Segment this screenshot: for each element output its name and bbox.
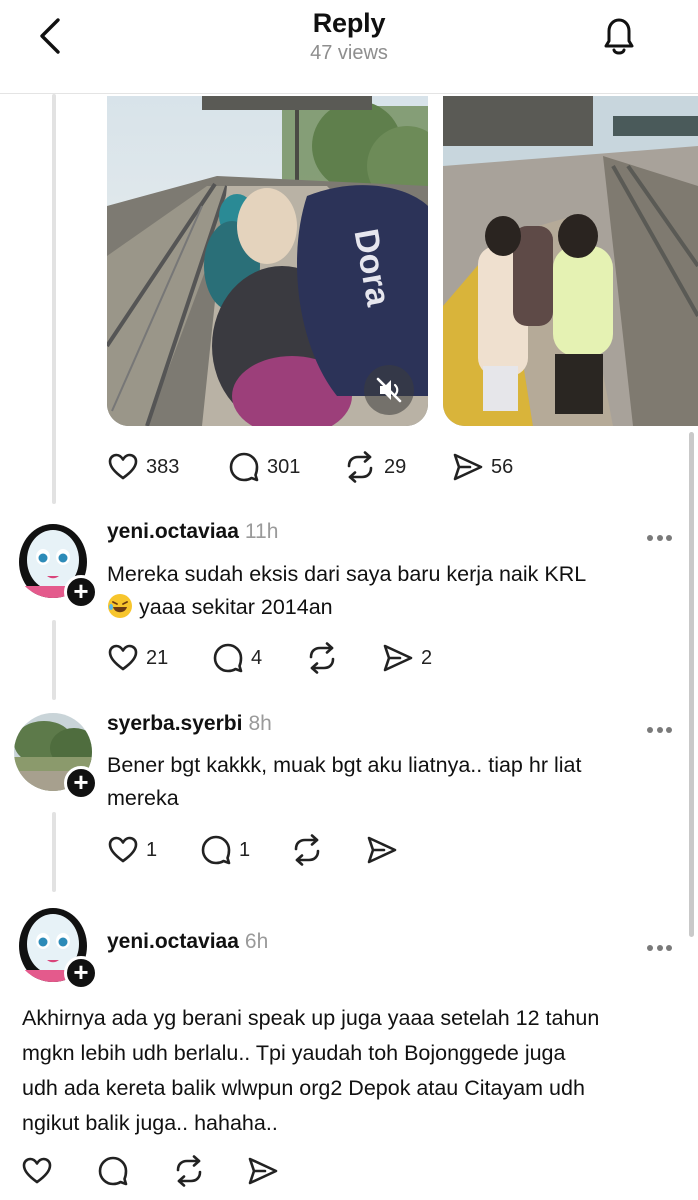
more-options-button[interactable] — [647, 720, 677, 733]
scrollbar[interactable] — [689, 432, 694, 937]
follow-button[interactable]: + — [64, 575, 98, 609]
send-icon — [453, 453, 483, 481]
like-action[interactable]: 21 — [107, 641, 168, 675]
follow-button[interactable]: + — [64, 766, 98, 800]
username[interactable]: syerba.syerbi 8h — [107, 712, 272, 736]
comment-icon — [98, 1156, 128, 1186]
more-options-button[interactable] — [647, 938, 677, 951]
repost-icon — [347, 451, 373, 483]
comment-icon — [213, 643, 243, 673]
comment-action[interactable]: 301 — [228, 450, 300, 484]
more-options-button[interactable] — [647, 528, 677, 541]
comment-count: 301 — [267, 455, 301, 478]
timestamp: 8h — [248, 712, 272, 735]
follow-button[interactable]: + — [64, 956, 98, 990]
comment-action[interactable] — [97, 1154, 129, 1188]
repost-icon — [176, 1155, 202, 1187]
heart-icon — [108, 836, 138, 863]
like-count: 21 — [146, 646, 169, 669]
share-action[interactable]: 56 — [452, 450, 513, 484]
share-count: 56 — [491, 455, 514, 478]
share-count: 2 — [421, 646, 433, 669]
view-count: 47 views — [310, 42, 388, 64]
username[interactable]: yeni.octaviaa 6h — [107, 930, 268, 954]
page-title: Reply — [312, 8, 386, 38]
like-count: 383 — [146, 455, 180, 478]
repost-action[interactable] — [172, 1154, 206, 1188]
share-action[interactable] — [366, 833, 405, 867]
speaker-muted-icon — [376, 377, 402, 403]
heart-icon — [108, 453, 138, 480]
comment-icon — [229, 452, 259, 482]
bell-icon — [604, 18, 634, 55]
send-icon — [383, 644, 413, 672]
laughing-emoji-icon — [108, 594, 132, 618]
thread-line — [52, 812, 56, 892]
reply-text-line: udh ada kereta balik wlwpun org2 Depok a… — [22, 1076, 585, 1100]
reply-text: Bener bgt kakkk, muak bgt aku liatnya.. … — [107, 749, 677, 815]
train-platform-photo-2 — [443, 96, 698, 426]
comment-action[interactable]: 1 — [200, 833, 250, 867]
username-text[interactable]: yeni.octaviaa — [107, 520, 239, 543]
comment-icon — [201, 835, 231, 865]
share-action[interactable]: 2 — [382, 641, 432, 675]
comment-count: 1 — [239, 838, 251, 861]
reply-text: Mereka sudah eksis dari saya baru kerja … — [107, 558, 677, 624]
reply-text: Akhirnya ada yg berani speak up juga yaa… — [22, 1001, 682, 1141]
reply-text-continued: yaaa sekitar 2014an — [139, 595, 333, 619]
username[interactable]: yeni.octaviaa 11h — [107, 520, 278, 544]
send-icon — [367, 836, 397, 864]
reply-text-line: Mereka sudah eksis dari saya baru kerja … — [107, 562, 587, 586]
comment-action[interactable]: 4 — [212, 641, 262, 675]
mute-button[interactable] — [364, 365, 414, 415]
repost-action[interactable] — [305, 641, 346, 675]
reply-text-line: mgkn lebih udh berlalu.. Tpi yaudah toh … — [22, 1041, 566, 1065]
reply-text-line: mereka — [107, 786, 179, 810]
post-image[interactable] — [443, 96, 698, 426]
send-icon — [248, 1157, 278, 1185]
share-action[interactable] — [247, 1154, 279, 1188]
reply-text-line: Bener bgt kakkk, muak bgt aku liatnya.. … — [107, 753, 582, 777]
repost-icon — [294, 834, 320, 866]
repost-count: 29 — [384, 455, 407, 478]
repost-icon — [309, 642, 335, 674]
username-text[interactable]: yeni.octaviaa — [107, 930, 239, 953]
notification-button[interactable] — [596, 12, 642, 60]
reply-text-line: Akhirnya ada yg berani speak up juga yaa… — [22, 1006, 600, 1030]
repost-action[interactable]: 29 — [343, 450, 406, 484]
heart-icon — [108, 644, 138, 671]
like-action[interactable]: 383 — [107, 450, 179, 484]
repost-action[interactable] — [290, 833, 331, 867]
heart-icon — [22, 1157, 52, 1184]
thread-line — [52, 94, 56, 504]
reply-text-line: yaaa sekitar 2014an — [107, 591, 677, 624]
top-bar: Reply 47 views — [0, 0, 698, 94]
thread-line — [52, 620, 56, 700]
like-action[interactable]: 1 — [107, 833, 157, 867]
timestamp: 6h — [244, 930, 269, 953]
like-count: 1 — [146, 838, 158, 861]
reply-text-line: ngikut balik juga.. hahaha.. — [22, 1111, 278, 1135]
comment-count: 4 — [251, 646, 263, 669]
timestamp: 11h — [244, 520, 279, 543]
username-text[interactable]: syerba.syerbi — [107, 712, 242, 735]
like-action[interactable] — [21, 1154, 53, 1188]
